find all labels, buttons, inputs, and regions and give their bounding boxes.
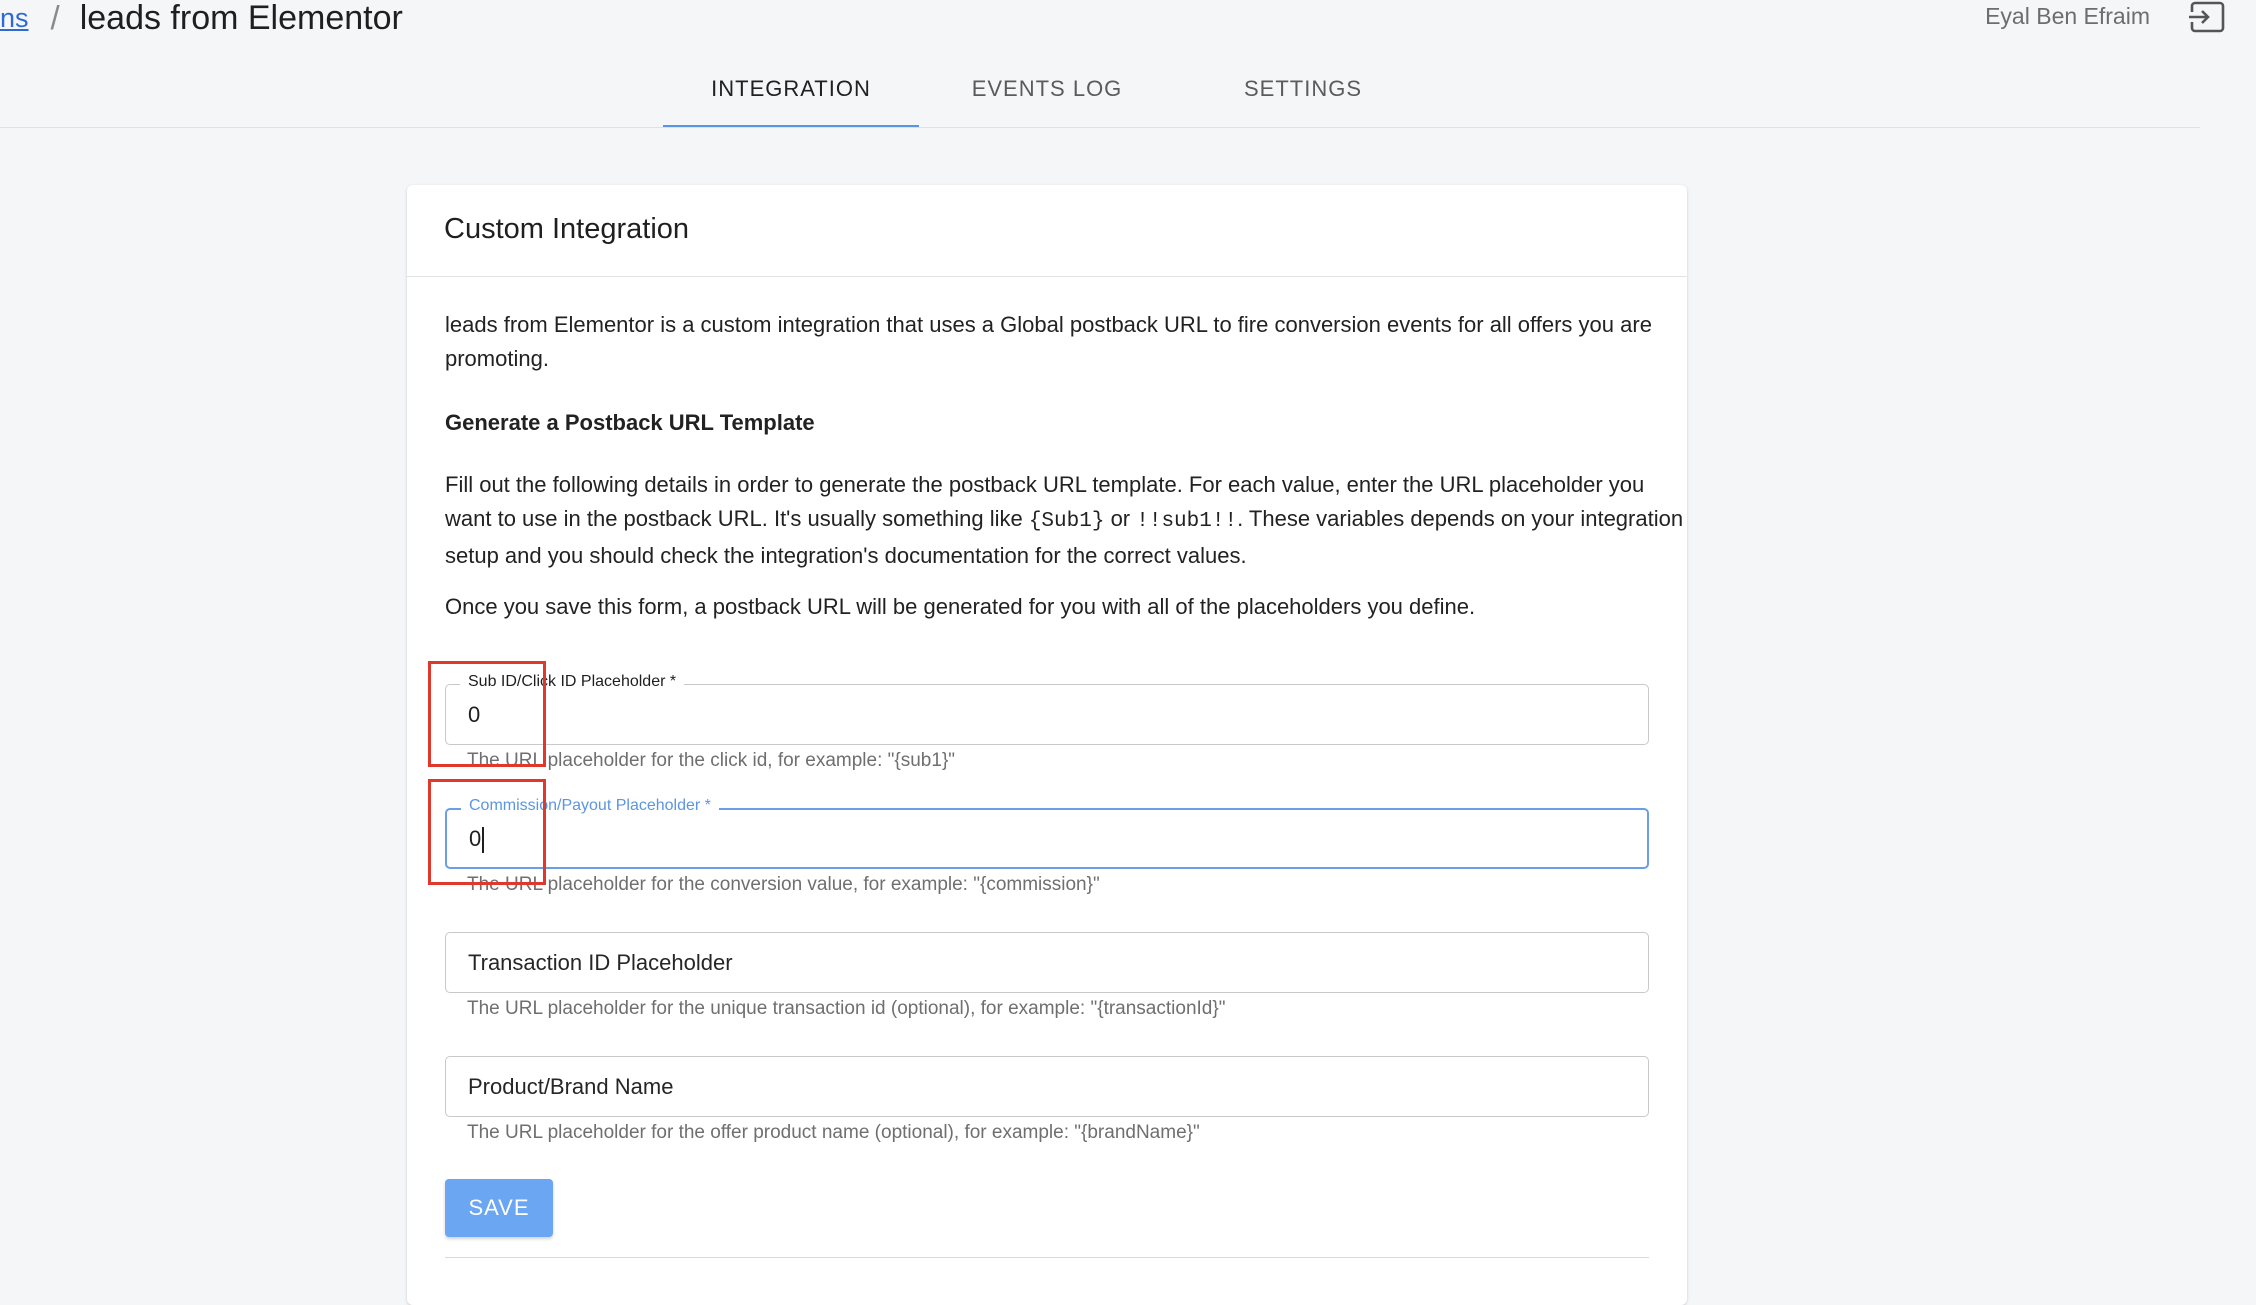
sub-id-helper: The URL placeholder for the click id, fo… bbox=[467, 750, 956, 771]
breadcrumb-parent-link[interactable]: ns bbox=[0, 3, 29, 34]
transaction-id-field bbox=[445, 932, 1649, 993]
section-heading: Generate a Postback URL Template bbox=[445, 410, 815, 435]
transaction-id-input[interactable] bbox=[468, 933, 1634, 992]
code-example-sub1: {Sub1} bbox=[1028, 510, 1105, 533]
sub-id-field: Sub ID/Click ID Placeholder * bbox=[445, 673, 1649, 745]
header-divider bbox=[0, 127, 2200, 128]
logout-icon-svg bbox=[2188, 1, 2225, 33]
integration-intro: leads from Elementor is a custom integra… bbox=[445, 312, 1652, 371]
brand-name-helper: The URL placeholder for the offer produc… bbox=[467, 1122, 1200, 1143]
card-title: Custom Integration bbox=[407, 185, 1687, 277]
page-title: leads from Elementor bbox=[79, 0, 403, 37]
commission-input[interactable] bbox=[469, 810, 1633, 867]
commission-helper: The URL placeholder for the conversion v… bbox=[467, 874, 1100, 895]
commission-field: Commission/Payout Placeholder * bbox=[445, 797, 1649, 869]
custom-integration-card: Custom Integration leads from Elementor … bbox=[407, 185, 1687, 1305]
instructions-paragraph: Fill out the following details in order … bbox=[445, 468, 1685, 573]
tab-integration[interactable]: INTEGRATION bbox=[663, 54, 919, 128]
text-cursor bbox=[482, 827, 484, 853]
form-divider bbox=[445, 1257, 1649, 1258]
logout-icon[interactable] bbox=[2188, 0, 2228, 34]
transaction-id-helper: The URL placeholder for the unique trans… bbox=[467, 998, 1226, 1019]
user-name[interactable]: Eyal Ben Efraim bbox=[1985, 3, 2150, 30]
save-note: Once you save this form, a postback URL … bbox=[445, 594, 1476, 619]
tab-events-log[interactable]: EVENTS LOG bbox=[919, 54, 1175, 128]
top-bar: ns / leads from Elementor Eyal Ben Efrai… bbox=[0, 0, 2256, 128]
code-example-sub1-bang: !!sub1!! bbox=[1136, 510, 1238, 533]
sub-id-input[interactable] bbox=[468, 685, 1634, 744]
breadcrumb-separator: / bbox=[50, 0, 60, 36]
instructions-or: or bbox=[1104, 506, 1137, 531]
brand-name-input[interactable] bbox=[468, 1057, 1634, 1116]
breadcrumb: ns / leads from Elementor bbox=[0, 0, 403, 37]
brand-name-field bbox=[445, 1056, 1649, 1117]
tab-bar: INTEGRATION EVENTS LOG SETTINGS bbox=[663, 54, 1431, 128]
tab-settings[interactable]: SETTINGS bbox=[1175, 54, 1431, 128]
save-button[interactable]: SAVE bbox=[445, 1179, 553, 1237]
